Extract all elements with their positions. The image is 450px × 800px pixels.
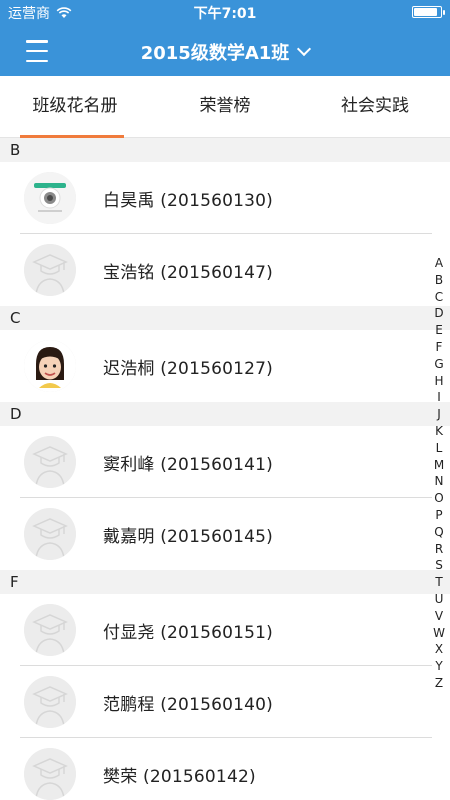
roster-list[interactable]: B 白昊禹 (201560130) 宝浩铭 (201560147) C 迟浩桐 (201… — [0, 138, 450, 800]
default-avatar-icon — [24, 676, 76, 728]
student-row[interactable]: 窦利峰 (201560141) — [0, 426, 450, 498]
index-letter[interactable]: D — [434, 305, 443, 322]
student-name: 樊荣 (201560142) — [103, 766, 256, 787]
index-letter[interactable]: P — [435, 507, 442, 524]
index-letter[interactable]: X — [435, 641, 443, 658]
status-bar: 运营商 下午7:01 — [0, 0, 450, 24]
avatar-photo — [24, 172, 76, 224]
index-letter[interactable]: L — [436, 440, 443, 457]
section-header: C — [0, 306, 450, 330]
index-letter[interactable]: Q — [434, 524, 443, 541]
index-letter[interactable]: N — [435, 473, 444, 490]
tab-bar: 班级花名册 荣誉榜 社会实践 — [0, 76, 450, 138]
default-avatar-icon — [24, 604, 76, 656]
index-letter[interactable]: Y — [435, 658, 442, 675]
student-row[interactable]: 迟浩桐 (201560127) — [0, 330, 450, 402]
status-time: 下午7:01 — [193, 6, 257, 22]
student-name: 窦利峰 (201560141) — [103, 454, 274, 475]
student-row[interactable]: 戴嘉明 (201560145) — [0, 498, 450, 570]
student-name: 范鹏程 (201560140) — [103, 694, 274, 715]
avatar-photo — [24, 340, 76, 392]
index-letter[interactable]: V — [435, 608, 443, 625]
index-letter[interactable]: E — [435, 322, 443, 339]
index-letter[interactable]: B — [435, 272, 443, 289]
index-letter[interactable]: R — [435, 541, 443, 558]
student-name: 戴嘉明 (201560145) — [103, 526, 274, 547]
section-header: F — [0, 570, 450, 594]
index-letter[interactable]: W — [433, 625, 445, 642]
default-avatar-icon — [24, 508, 76, 560]
student-row[interactable]: 付显尧 (201560151) — [0, 594, 450, 666]
tab-honor-roll[interactable]: 荣誉榜 — [150, 76, 300, 137]
index-letter[interactable]: M — [434, 457, 444, 474]
student-row[interactable]: 宝浩铭 (201560147) — [0, 234, 450, 306]
student-row[interactable]: 樊荣 (201560142) — [0, 738, 450, 800]
class-title: 2015级数学A1班 — [140, 43, 290, 64]
index-letter[interactable]: C — [435, 289, 443, 306]
index-letter[interactable]: Z — [435, 675, 443, 692]
section-header: B — [0, 138, 450, 162]
index-letter[interactable]: A — [435, 255, 443, 272]
default-avatar-icon — [24, 436, 76, 488]
default-avatar-icon — [24, 748, 76, 800]
alphabet-index[interactable]: ABCDEFGHIJKLMNOPQRSTUVWXYZ — [432, 255, 446, 692]
battery-icon — [412, 6, 445, 18]
student-name: 宝浩铭 (201560147) — [103, 262, 274, 283]
index-letter[interactable]: T — [435, 574, 442, 591]
index-letter[interactable]: G — [434, 356, 443, 373]
index-letter[interactable]: F — [436, 339, 443, 356]
chevron-down-icon — [297, 41, 312, 57]
student-row[interactable]: 白昊禹 (201560130) — [0, 162, 450, 234]
student-name: 付显尧 (201560151) — [103, 622, 274, 643]
student-row[interactable]: 范鹏程 (201560140) — [0, 666, 450, 738]
class-selector[interactable]: 2015级数学A1班 — [0, 39, 450, 65]
student-name: 迟浩桐 (201560127) — [103, 358, 274, 379]
index-letter[interactable]: K — [435, 423, 443, 440]
index-letter[interactable]: I — [437, 389, 441, 406]
index-letter[interactable]: J — [437, 406, 441, 423]
student-name: 白昊禹 (201560130) — [103, 190, 274, 211]
tab-social-practice[interactable]: 社会实践 — [300, 76, 450, 137]
index-letter[interactable]: H — [434, 373, 443, 390]
nav-bar: 2015级数学A1班 — [0, 24, 450, 76]
section-header: D — [0, 402, 450, 426]
index-letter[interactable]: S — [435, 557, 443, 574]
default-avatar-icon — [24, 244, 76, 296]
index-letter[interactable]: U — [435, 591, 444, 608]
index-letter[interactable]: O — [434, 490, 443, 507]
tab-roster[interactable]: 班级花名册 — [0, 76, 150, 138]
battery-level — [414, 8, 437, 16]
